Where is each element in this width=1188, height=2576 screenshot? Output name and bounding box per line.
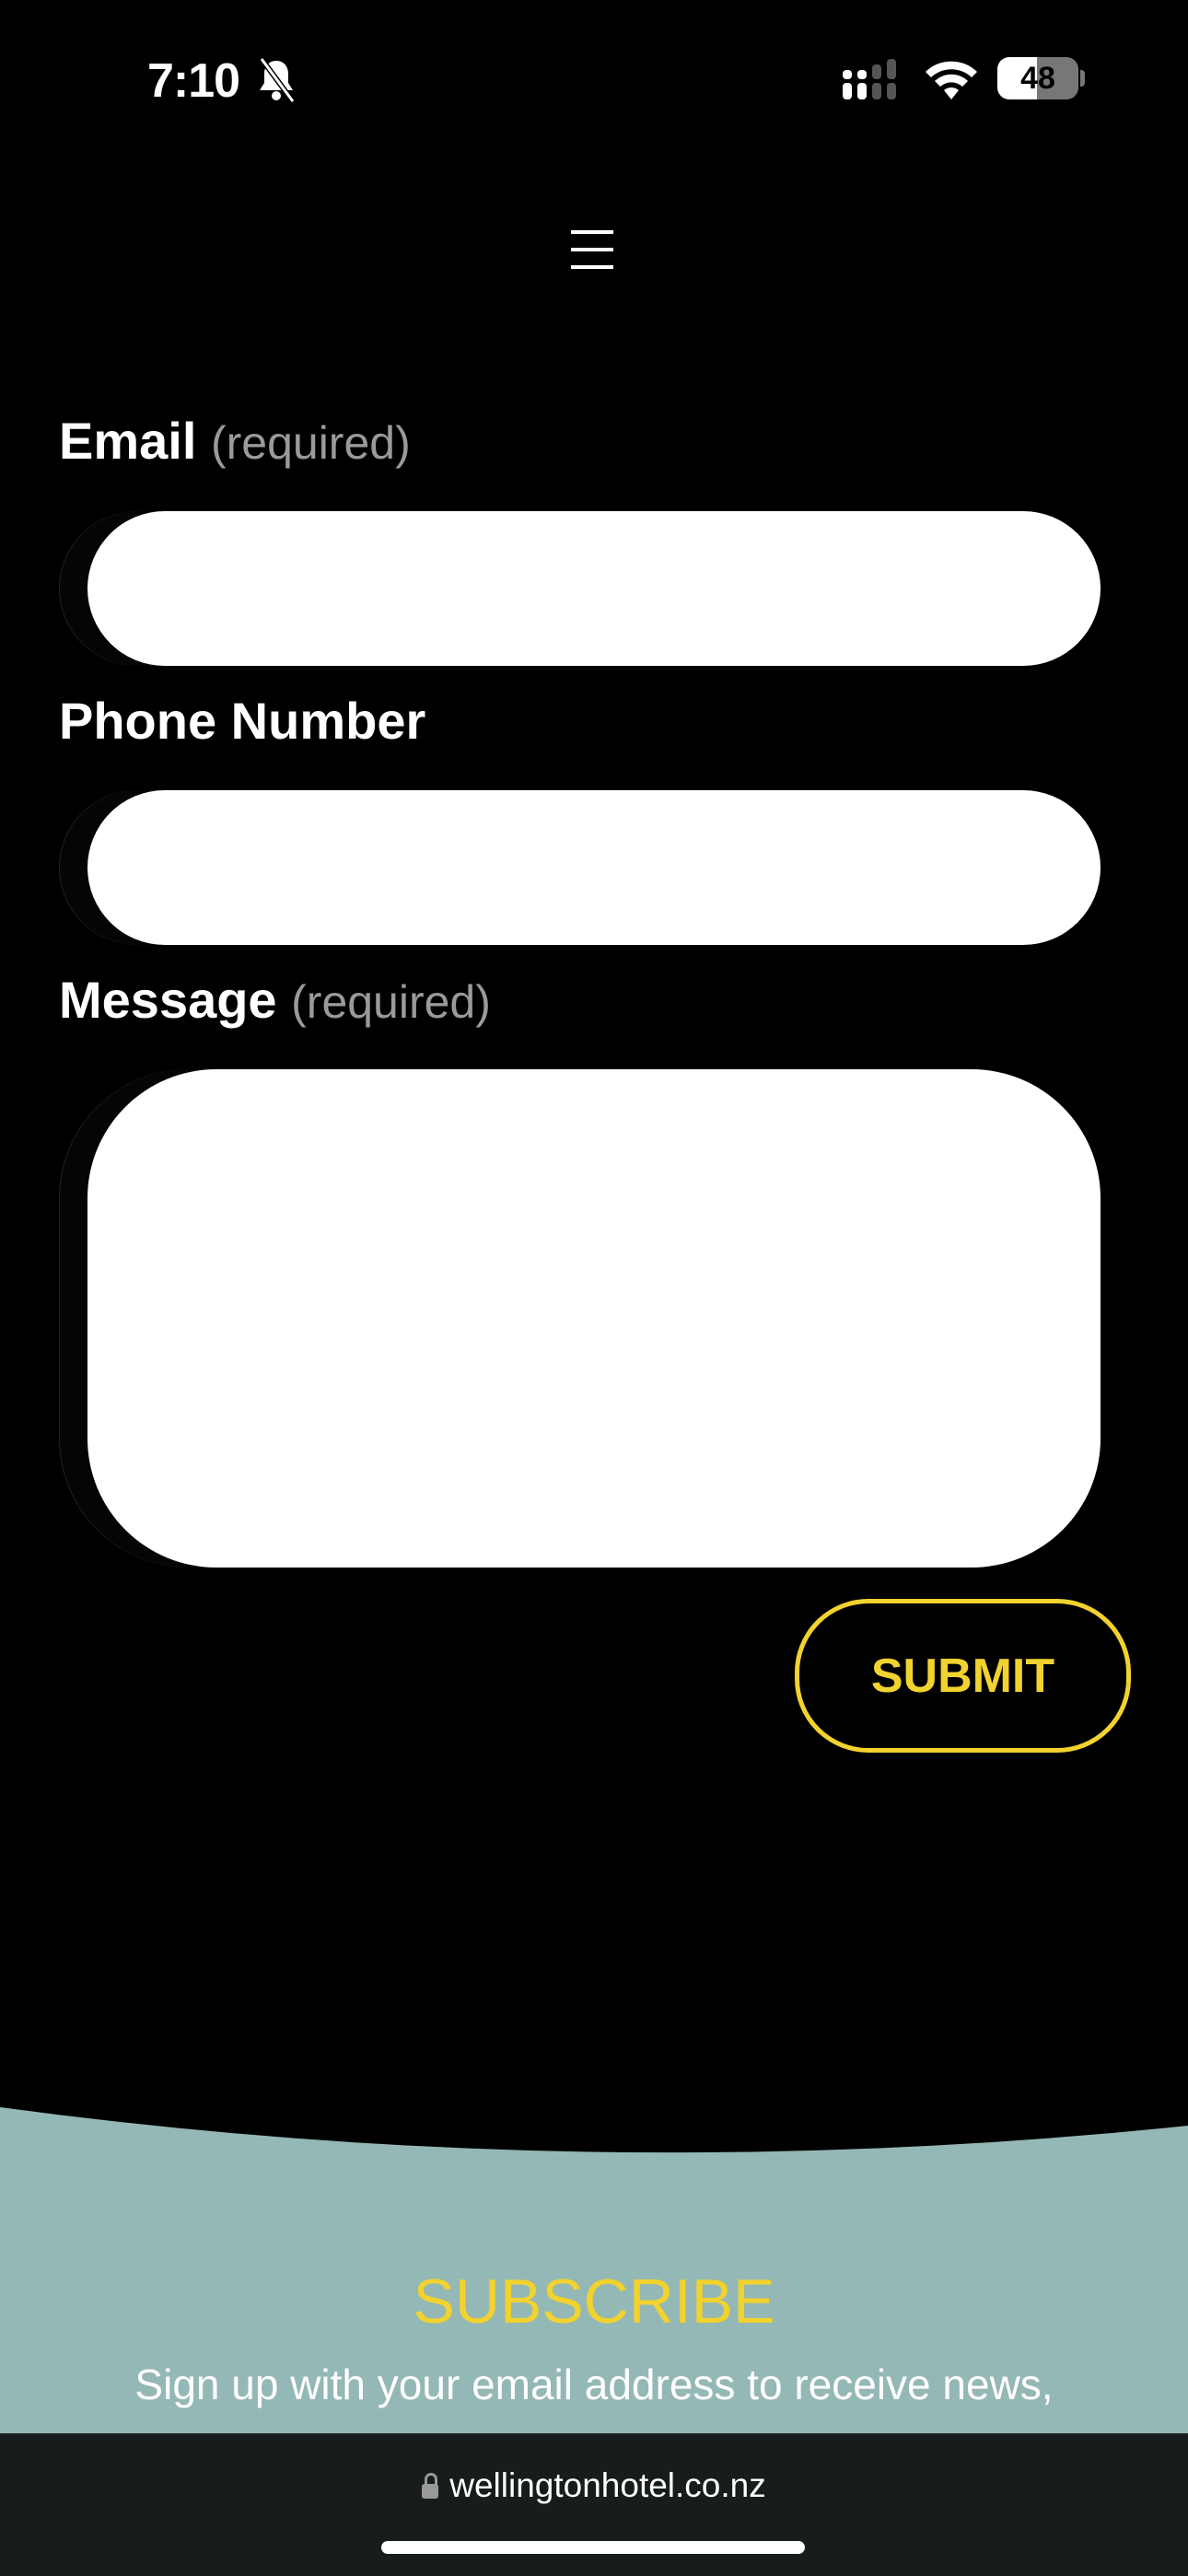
url-text: wellingtonhotel.co.nz (449, 2466, 766, 2504)
url-bar[interactable]: wellingtonhotel.co.nz (0, 2466, 1188, 2505)
message-label: Message (required) (59, 970, 491, 1030)
message-textarea[interactable] (87, 1069, 1101, 1568)
email-input[interactable] (87, 511, 1101, 666)
battery-tip (1080, 70, 1085, 87)
phone-label-text: Phone Number (59, 692, 426, 750)
submit-button[interactable]: SUBMIT (795, 1599, 1131, 1753)
battery-icon: 48 (997, 57, 1078, 99)
subscribe-title: SUBSCRIBE (413, 2267, 775, 2337)
bell-slash-icon (259, 57, 296, 103)
email-required: (required) (210, 417, 411, 469)
hamburger-icon[interactable] (571, 230, 613, 273)
email-label: Email (required) (59, 411, 411, 471)
status-time: 7:10 (147, 54, 240, 108)
phone-input[interactable] (87, 790, 1101, 945)
message-label-text: Message (59, 971, 277, 1029)
lock-icon (422, 2473, 439, 2499)
email-label-text: Email (59, 412, 197, 470)
phone-label: Phone Number (59, 691, 425, 751)
wifi-icon (926, 61, 977, 99)
subscribe-text: Sign up with your email address to recei… (134, 2360, 1054, 2408)
home-indicator[interactable] (381, 2541, 805, 2554)
signal-icon (843, 59, 896, 99)
message-required: (required) (291, 976, 491, 1028)
